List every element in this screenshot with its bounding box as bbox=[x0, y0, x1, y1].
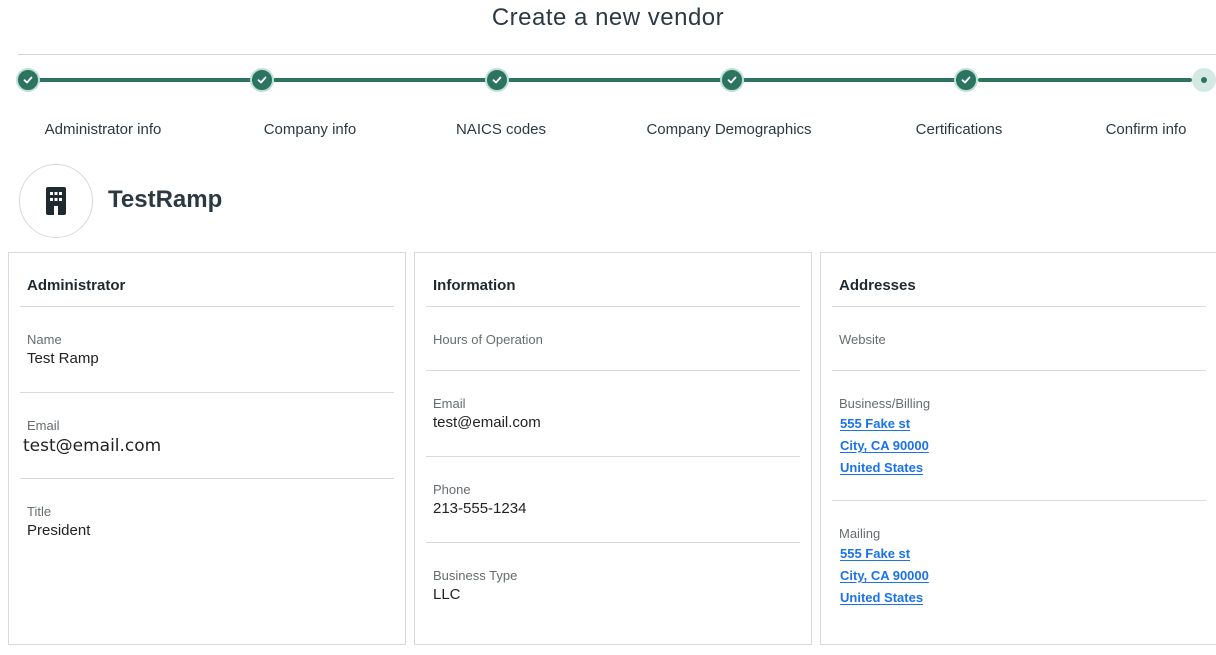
administrator-card: Administrator Name Test Ramp Email test@… bbox=[8, 252, 406, 645]
business-type-label: Business Type bbox=[433, 568, 518, 583]
step-administrator-info-check-icon[interactable] bbox=[16, 68, 40, 92]
step-connector bbox=[38, 78, 252, 82]
billing-address-line-city[interactable]: City, CA 90000 bbox=[840, 438, 929, 453]
email-value: test@email.com bbox=[23, 436, 162, 456]
step-confirm-info-current-icon[interactable] bbox=[1192, 68, 1216, 92]
divider bbox=[426, 456, 800, 457]
card-title: Information bbox=[433, 277, 516, 294]
mailing-label: Mailing bbox=[839, 526, 881, 541]
website-label: Website bbox=[839, 332, 886, 347]
building-icon bbox=[46, 187, 66, 215]
divider bbox=[426, 370, 800, 371]
step-label-certifications: Certifications bbox=[915, 121, 1003, 138]
step-label-company-info: Company info bbox=[263, 121, 357, 138]
step-label-confirm-info: Confirm info bbox=[1105, 121, 1187, 138]
divider bbox=[832, 306, 1206, 307]
addresses-card: Addresses Website Business/Billing 555 F… bbox=[820, 252, 1216, 645]
title-value: President bbox=[27, 522, 91, 539]
phone-value: 213-555-1234 bbox=[433, 500, 527, 517]
step-company-info-check-icon[interactable] bbox=[250, 68, 274, 92]
step-connector bbox=[508, 78, 722, 82]
card-title: Administrator bbox=[27, 277, 126, 294]
phone-label: Phone bbox=[433, 482, 471, 497]
mailing-address-line-country[interactable]: United States bbox=[840, 590, 923, 605]
step-label-administrator-info: Administrator info bbox=[44, 121, 162, 138]
step-company-demographics-check-icon[interactable] bbox=[720, 68, 744, 92]
mailing-address-line-street[interactable]: 555 Fake st bbox=[840, 546, 910, 561]
hours-label: Hours of Operation bbox=[433, 332, 543, 347]
email-label: Email bbox=[27, 418, 60, 433]
company-avatar bbox=[19, 164, 93, 238]
business-type-value: LLC bbox=[433, 586, 461, 603]
card-title: Addresses bbox=[839, 277, 916, 294]
mailing-address-line-city[interactable]: City, CA 90000 bbox=[840, 568, 929, 583]
step-connector bbox=[273, 78, 487, 82]
title-divider bbox=[18, 54, 1216, 55]
current-step-dot bbox=[1201, 77, 1207, 83]
divider bbox=[832, 370, 1206, 371]
divider bbox=[20, 478, 394, 479]
company-name: TestRamp bbox=[108, 186, 223, 213]
step-naics-codes-check-icon[interactable] bbox=[485, 68, 509, 92]
billing-address-line-country[interactable]: United States bbox=[840, 460, 923, 475]
step-connector bbox=[978, 78, 1192, 82]
step-certifications-check-icon[interactable] bbox=[954, 68, 978, 92]
divider bbox=[20, 306, 394, 307]
billing-address-line-street[interactable]: 555 Fake st bbox=[840, 416, 910, 431]
divider bbox=[426, 542, 800, 543]
email-label: Email bbox=[433, 396, 466, 411]
page-title: Create a new vendor bbox=[491, 4, 725, 31]
divider bbox=[832, 500, 1206, 501]
name-value: Test Ramp bbox=[27, 350, 99, 367]
billing-label: Business/Billing bbox=[839, 396, 931, 411]
progress-stepper: Administrator info Company info NAICS co… bbox=[0, 68, 1216, 148]
step-label-company-demographics: Company Demographics bbox=[646, 121, 812, 138]
information-card: Information Hours of Operation Email tes… bbox=[414, 252, 812, 645]
title-label: Title bbox=[27, 504, 52, 519]
divider bbox=[426, 306, 800, 307]
step-connector bbox=[743, 78, 957, 82]
email-value: test@email.com bbox=[433, 414, 541, 431]
step-label-naics-codes: NAICS codes bbox=[455, 121, 547, 138]
divider bbox=[20, 392, 394, 393]
name-label: Name bbox=[27, 332, 62, 347]
